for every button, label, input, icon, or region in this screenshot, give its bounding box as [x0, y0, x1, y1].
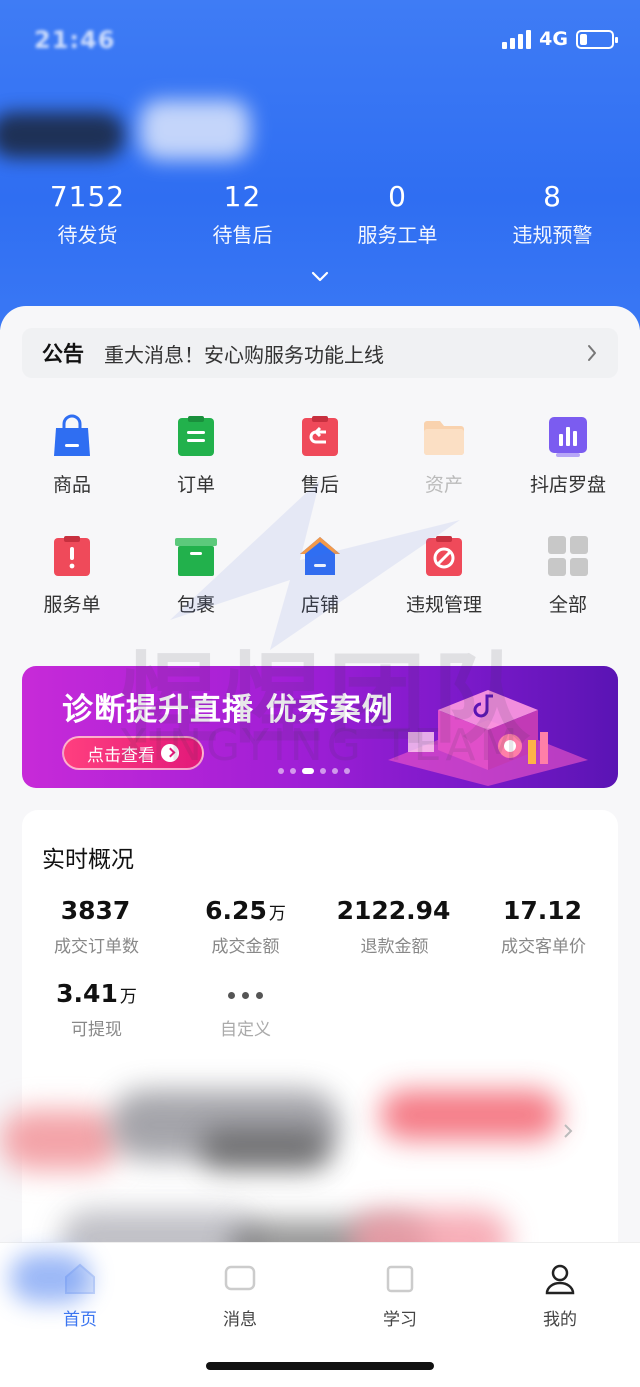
stat-pending-shipment[interactable]: 7152 待发货	[10, 180, 165, 248]
arrow-right-circle-icon	[161, 744, 179, 762]
metric-label: 成交订单数	[54, 937, 139, 957]
stat-violation-warnings[interactable]: 8 违规预警	[475, 180, 630, 248]
metric-value: 3.41 万	[56, 979, 137, 1008]
grid-label: 店铺	[300, 594, 339, 616]
signal-icon	[502, 29, 532, 49]
package-box-icon	[175, 538, 217, 576]
grid-label: 订单	[176, 474, 215, 496]
more-dots-icon	[171, 979, 320, 1011]
metric-avg-order-value[interactable]: 17.12 成交客单价	[469, 896, 618, 957]
profile-icon	[545, 1264, 575, 1295]
grid-label: 全部	[548, 594, 587, 616]
stat-label: 服务工单	[357, 223, 438, 247]
realtime-title: 实时概况	[42, 847, 134, 873]
realtime-metrics: 3837 成交订单数 6.25 万 成交金额 2122.94 退款金额 17.12…	[22, 896, 618, 1040]
stat-value: 0	[388, 180, 407, 213]
grid-item-packages[interactable]: 包裹	[134, 534, 258, 624]
grid-item-all[interactable]: 全部	[506, 534, 630, 624]
service-ticket-icon	[54, 536, 90, 576]
stats-row: 7152 待发货 12 待售后 0 服务工单 8 违规预警	[0, 180, 640, 248]
banner-title: 诊断提升直播 优秀案例	[62, 692, 394, 728]
metric-value: 17.12	[502, 896, 583, 925]
stat-pending-after-sales[interactable]: 12 待售后	[165, 180, 320, 248]
grid-item-orders[interactable]: 订单	[134, 414, 258, 504]
stat-value: 7152	[49, 180, 126, 213]
stat-label: 违规预警	[512, 223, 593, 247]
tab-messages[interactable]: 消息	[160, 1261, 320, 1330]
banner-illustration	[388, 690, 588, 786]
grid-item-assets[interactable]: 资产	[382, 414, 506, 504]
function-grid: 商品 订单 售后 资产 抖店罗盘 服务单 包裹 店铺 违规管理 全部	[10, 414, 630, 624]
chevron-down-icon[interactable]	[310, 270, 330, 284]
learn-icon	[386, 1265, 414, 1293]
tab-learn[interactable]: 学习	[320, 1261, 480, 1330]
metric-label: 成交金额	[211, 937, 280, 957]
announcement-text: 重大消息！安心购服务功能上线	[104, 342, 384, 367]
metric-value: 6.25 万	[205, 896, 286, 925]
violation-icon	[426, 536, 462, 576]
metric-value: 3837	[60, 896, 131, 925]
tab-label: 首页	[63, 1310, 97, 1330]
banner-view-button[interactable]: 点击查看	[62, 736, 204, 770]
grid-item-violations[interactable]: 违规管理	[382, 534, 506, 624]
store-house-icon	[300, 537, 340, 575]
grid-item-service-tickets[interactable]: 服务单	[10, 534, 134, 624]
compass-chart-icon	[549, 417, 587, 457]
customize-label: 自定义	[220, 1020, 271, 1040]
shop-name-redacted	[0, 100, 250, 162]
metric-label: 可提现	[71, 1020, 122, 1040]
metric-customize[interactable]: 自定义	[171, 979, 320, 1040]
grid-label: 包裹	[176, 594, 215, 616]
banner-button-label: 点击查看	[87, 745, 155, 766]
grid-label: 抖店罗盘	[529, 474, 606, 496]
tab-label: 我的	[543, 1310, 577, 1330]
header: 21:46 4G 7152 待发货 12 待售后 0 服务工单 8 违规预警	[0, 0, 640, 330]
metric-label: 退款金额	[360, 937, 429, 957]
after-sales-icon	[302, 416, 338, 456]
chevron-right-icon	[588, 345, 596, 361]
carousel-indicator	[278, 768, 350, 774]
stat-label: 待发货	[57, 223, 118, 247]
redacted-blur	[10, 1253, 90, 1303]
metric-gmv[interactable]: 6.25 万 成交金额	[171, 896, 320, 957]
grid-label: 资产	[424, 474, 463, 496]
order-clipboard-icon	[178, 416, 214, 456]
tab-label: 学习	[383, 1310, 417, 1330]
home-indicator	[206, 1362, 434, 1370]
assets-folder-icon	[424, 421, 464, 455]
announcement-bar[interactable]: 公告 重大消息！安心购服务功能上线	[22, 328, 618, 378]
status-time: 21:46	[34, 26, 116, 54]
battery-icon	[576, 29, 618, 49]
status-indicators: 4G	[502, 28, 618, 50]
stat-value: 12	[223, 180, 262, 213]
grid-label: 违规管理	[405, 594, 482, 616]
metric-order-count[interactable]: 3837 成交订单数	[22, 896, 171, 957]
status-bar: 21:46 4G	[34, 24, 618, 56]
metric-value: 2122.94	[336, 896, 451, 925]
grid-label: 服务单	[43, 594, 101, 616]
grid-item-store[interactable]: 店铺	[258, 534, 382, 624]
metric-withdrawable[interactable]: 3.41 万 可提现	[22, 979, 171, 1040]
metric-refund-amount[interactable]: 2122.94 退款金额	[320, 896, 469, 957]
shopping-bag-icon	[54, 414, 90, 456]
grid-item-compass[interactable]: 抖店罗盘	[506, 414, 630, 504]
promo-banner[interactable]: 诊断提升直播 优秀案例 点击查看	[22, 666, 618, 788]
stat-value: 8	[543, 180, 562, 213]
tab-profile[interactable]: 我的	[480, 1261, 640, 1330]
metric-label: 成交客单价	[501, 937, 586, 957]
grid-item-after-sales[interactable]: 售后	[258, 414, 382, 504]
message-icon	[224, 1265, 256, 1291]
grid-item-products[interactable]: 商品	[10, 414, 134, 504]
announcement-tag: 公告	[42, 342, 84, 366]
network-type: 4G	[539, 28, 568, 50]
stat-label: 待售后	[212, 223, 273, 247]
grid-label: 商品	[52, 474, 91, 496]
all-grid-icon	[548, 536, 588, 576]
grid-label: 售后	[300, 474, 339, 496]
chevron-right-icon[interactable]	[562, 1122, 574, 1140]
stat-service-tickets[interactable]: 0 服务工单	[320, 180, 475, 248]
tab-label: 消息	[223, 1310, 257, 1330]
